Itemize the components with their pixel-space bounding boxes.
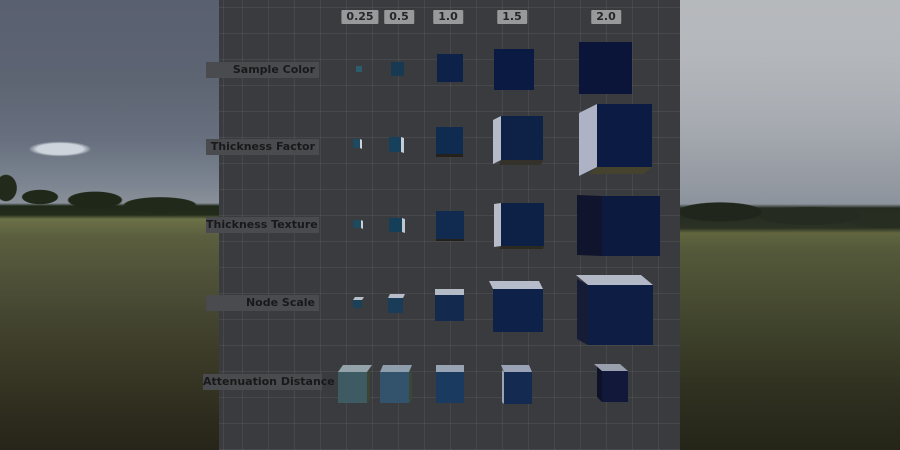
cube-top-face xyxy=(436,365,464,372)
cube-front-face xyxy=(388,298,403,313)
cube-front-face xyxy=(353,139,360,148)
cube-bottom-face xyxy=(436,154,463,157)
cube-front-face xyxy=(436,127,463,154)
cube-front-face xyxy=(356,66,362,72)
column-chip-1-0: 1.0 xyxy=(433,10,463,24)
cube-front-face xyxy=(579,42,632,94)
cube-front-face xyxy=(602,371,628,402)
cube-front-face xyxy=(436,372,464,403)
cube-left-face xyxy=(577,279,588,345)
cube-front-face xyxy=(597,104,652,167)
cube-left-face xyxy=(494,203,501,247)
cube-right-face xyxy=(401,137,404,153)
cube-top-face xyxy=(576,275,653,285)
cube-right-face xyxy=(409,369,412,403)
cube-front-face xyxy=(389,137,401,152)
cube-bottom-face xyxy=(499,160,543,165)
cube-bottom-face xyxy=(589,167,652,174)
cube-left-face xyxy=(577,195,602,256)
cube-front-face xyxy=(391,62,404,76)
column-chip-2-0: 2.0 xyxy=(591,10,621,24)
cube-top-face xyxy=(338,365,372,372)
row-label-thickness-texture: Thickness Texture xyxy=(206,217,319,233)
cube-front-face xyxy=(504,372,532,404)
cube-front-face xyxy=(435,295,464,321)
cube-front-face xyxy=(588,285,653,345)
column-chip-1-5: 1.5 xyxy=(497,10,527,24)
cube-front-face xyxy=(389,218,402,232)
cube-front-face xyxy=(602,196,660,256)
cube-front-face xyxy=(380,372,409,403)
cube-right-face xyxy=(361,220,363,229)
cube-top-face xyxy=(501,365,532,372)
cube-left-face xyxy=(493,116,501,164)
render-canvas[interactable]: 0.25 0.5 1.0 1.5 2.0 Sample Color Thickn… xyxy=(0,0,900,450)
cube-bottom-face xyxy=(436,239,464,241)
cube-front-face xyxy=(494,49,534,90)
cube-front-face xyxy=(353,220,361,228)
row-label-node-scale: Node Scale xyxy=(206,295,319,311)
cube-front-face xyxy=(338,372,367,403)
cube-layer xyxy=(0,0,900,450)
cube-front-face xyxy=(353,300,362,308)
cube-front-face xyxy=(436,211,464,239)
cube-top-face xyxy=(380,365,412,372)
cube-bottom-face xyxy=(500,246,544,249)
cube-front-face xyxy=(501,116,543,160)
row-label-attenuation-distance: Attenuation Distance xyxy=(203,374,322,390)
column-chip-0-5: 0.5 xyxy=(384,10,414,24)
cube-right-face xyxy=(367,369,370,403)
row-label-thickness-factor: Thickness Factor xyxy=(206,139,319,155)
cube-left-face xyxy=(579,104,597,176)
row-label-sample-color: Sample Color xyxy=(206,62,319,78)
cube-top-face xyxy=(489,281,543,289)
column-chip-0-25: 0.25 xyxy=(341,10,378,24)
cube-right-face xyxy=(360,139,362,149)
cube-front-face xyxy=(437,54,463,82)
cube-front-face xyxy=(501,203,544,246)
cube-right-face xyxy=(402,218,405,233)
cube-front-face xyxy=(493,289,543,332)
